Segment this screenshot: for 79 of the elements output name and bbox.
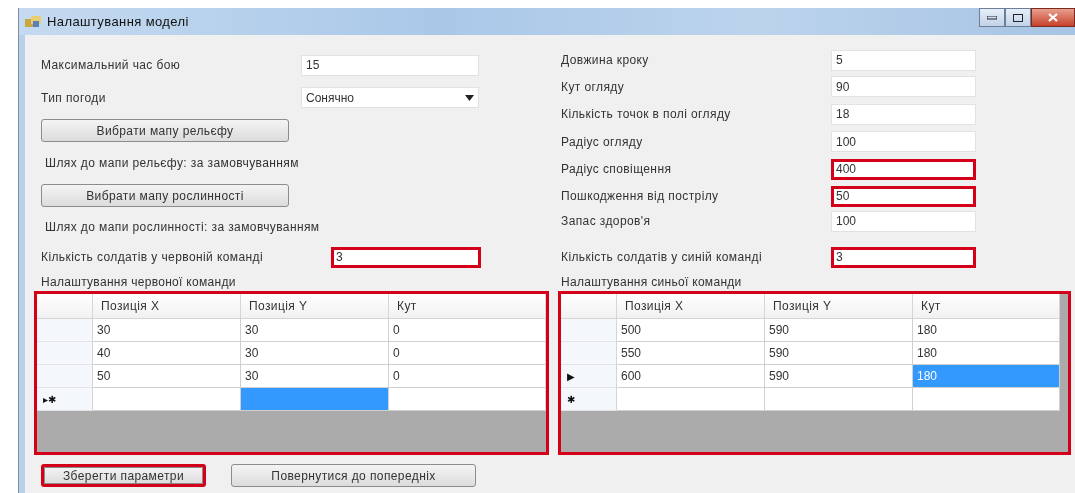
grid-corner[interactable] xyxy=(37,294,93,319)
table-cell[interactable]: 50 xyxy=(93,365,241,388)
column-header[interactable]: Позиція X xyxy=(617,294,765,319)
map-path-text: Шлях до мапи рослинності: за замовчуванням xyxy=(44,219,321,236)
table-cell[interactable]: 180 xyxy=(913,319,1060,342)
text-field[interactable]: 15 xyxy=(301,54,479,76)
grid-corner[interactable] xyxy=(561,294,617,319)
table-cell[interactable] xyxy=(765,388,913,411)
maximize-button[interactable] xyxy=(1005,8,1031,27)
window-title: Налаштування моделі xyxy=(47,14,189,29)
field-label: Довжина кроку xyxy=(561,53,650,67)
row-header[interactable]: ✱ xyxy=(561,388,617,411)
column-header[interactable]: Кут xyxy=(389,294,546,319)
action-button[interactable]: Повернутися до попередніх xyxy=(231,464,476,487)
field-label: Тип погоди xyxy=(41,90,107,105)
table-cell[interactable] xyxy=(389,388,546,411)
table-cell[interactable]: 0 xyxy=(389,342,546,365)
table-cell[interactable]: 0 xyxy=(389,365,546,388)
field-label: Запас здоров'я xyxy=(561,214,652,228)
row-header[interactable] xyxy=(37,342,93,365)
close-button[interactable] xyxy=(1031,8,1075,27)
close-icon xyxy=(1048,13,1058,22)
text-field[interactable]: 100 xyxy=(831,131,976,152)
field-label: Радіус сповіщення xyxy=(561,162,673,176)
column-header[interactable]: Позиція Y xyxy=(241,294,389,319)
row-header[interactable] xyxy=(561,319,617,342)
table-cell[interactable]: 30 xyxy=(241,365,389,388)
select-map-button[interactable]: Вибрати мапу рослинності xyxy=(41,184,289,207)
table-cell[interactable]: 40 xyxy=(93,342,241,365)
map-path-text: Шлях до мапи рельєфу: за замовчуванням xyxy=(44,154,300,172)
table-cell[interactable]: 30 xyxy=(241,342,389,365)
field-label: Радіус огляду xyxy=(561,134,644,149)
section-title: Налаштування синьої команди xyxy=(561,273,743,291)
table-cell[interactable]: 590 xyxy=(765,342,913,365)
app-icon xyxy=(25,14,41,29)
row-header[interactable] xyxy=(561,342,617,365)
section-title: Налаштування червоної команди xyxy=(41,273,237,291)
field-label: Кут огляду xyxy=(561,79,626,94)
column-header[interactable]: Позиція Y xyxy=(765,294,913,319)
field-label: Кількість точок в полі огляду xyxy=(561,107,732,121)
text-field[interactable]: 50 xyxy=(831,185,976,207)
table-cell[interactable]: 500 xyxy=(617,319,765,342)
table-cell[interactable]: 590 xyxy=(765,365,913,388)
text-field[interactable]: 18 xyxy=(831,103,976,125)
table-cell[interactable]: 30 xyxy=(93,319,241,342)
field-label: Пошкодження від пострілу xyxy=(561,189,720,203)
row-header[interactable] xyxy=(37,319,93,342)
table-cell[interactable] xyxy=(93,388,241,411)
text-field[interactable]: 5 xyxy=(831,49,976,71)
text-field[interactable]: 100 xyxy=(831,210,976,232)
dropdown[interactable]: Сонячно xyxy=(301,87,479,108)
table-cell[interactable] xyxy=(241,388,389,411)
data-grid[interactable]: Позиція X Позиція Y Кут 500 590 180 550 590 180 ▶ 600 590 180 ✱ xyxy=(558,291,1071,455)
text-field[interactable]: 400 xyxy=(831,158,976,180)
select-map-button[interactable]: Вибрати мапу рельєфу xyxy=(41,119,289,142)
row-header[interactable]: ▶ xyxy=(561,365,617,388)
row-header[interactable] xyxy=(37,365,93,388)
field-label: Максимальний час бою xyxy=(41,58,182,72)
minimize-icon xyxy=(987,15,997,20)
text-field[interactable]: 3 xyxy=(331,246,481,268)
table-cell[interactable]: 600 xyxy=(617,365,765,388)
table-cell[interactable]: 30 xyxy=(241,319,389,342)
field-label: Кількість солдатів у синій команді xyxy=(561,250,763,264)
column-header[interactable]: Позиція X xyxy=(93,294,241,319)
row-header[interactable]: ▸✱ xyxy=(37,388,93,411)
table-cell[interactable] xyxy=(617,388,765,411)
column-header[interactable]: Кут xyxy=(913,294,1060,319)
text-field[interactable]: 90 xyxy=(831,76,976,97)
table-cell[interactable]: 590 xyxy=(765,319,913,342)
restore-icon xyxy=(1013,13,1023,22)
table-cell[interactable]: 550 xyxy=(617,342,765,365)
table-cell[interactable]: 180 xyxy=(913,342,1060,365)
data-grid[interactable]: Позиція X Позиція Y Кут 30 30 0 40 30 0 50 30 0 ▸✱ xyxy=(34,291,549,455)
action-button[interactable]: Зберегти параметри xyxy=(41,464,206,487)
text-field[interactable]: 3 xyxy=(831,246,976,268)
field-label: Кількість солдатів у червоній команді xyxy=(41,250,264,264)
table-cell[interactable] xyxy=(913,388,1060,411)
table-cell[interactable]: 0 xyxy=(389,319,546,342)
caret-icon xyxy=(465,94,474,101)
